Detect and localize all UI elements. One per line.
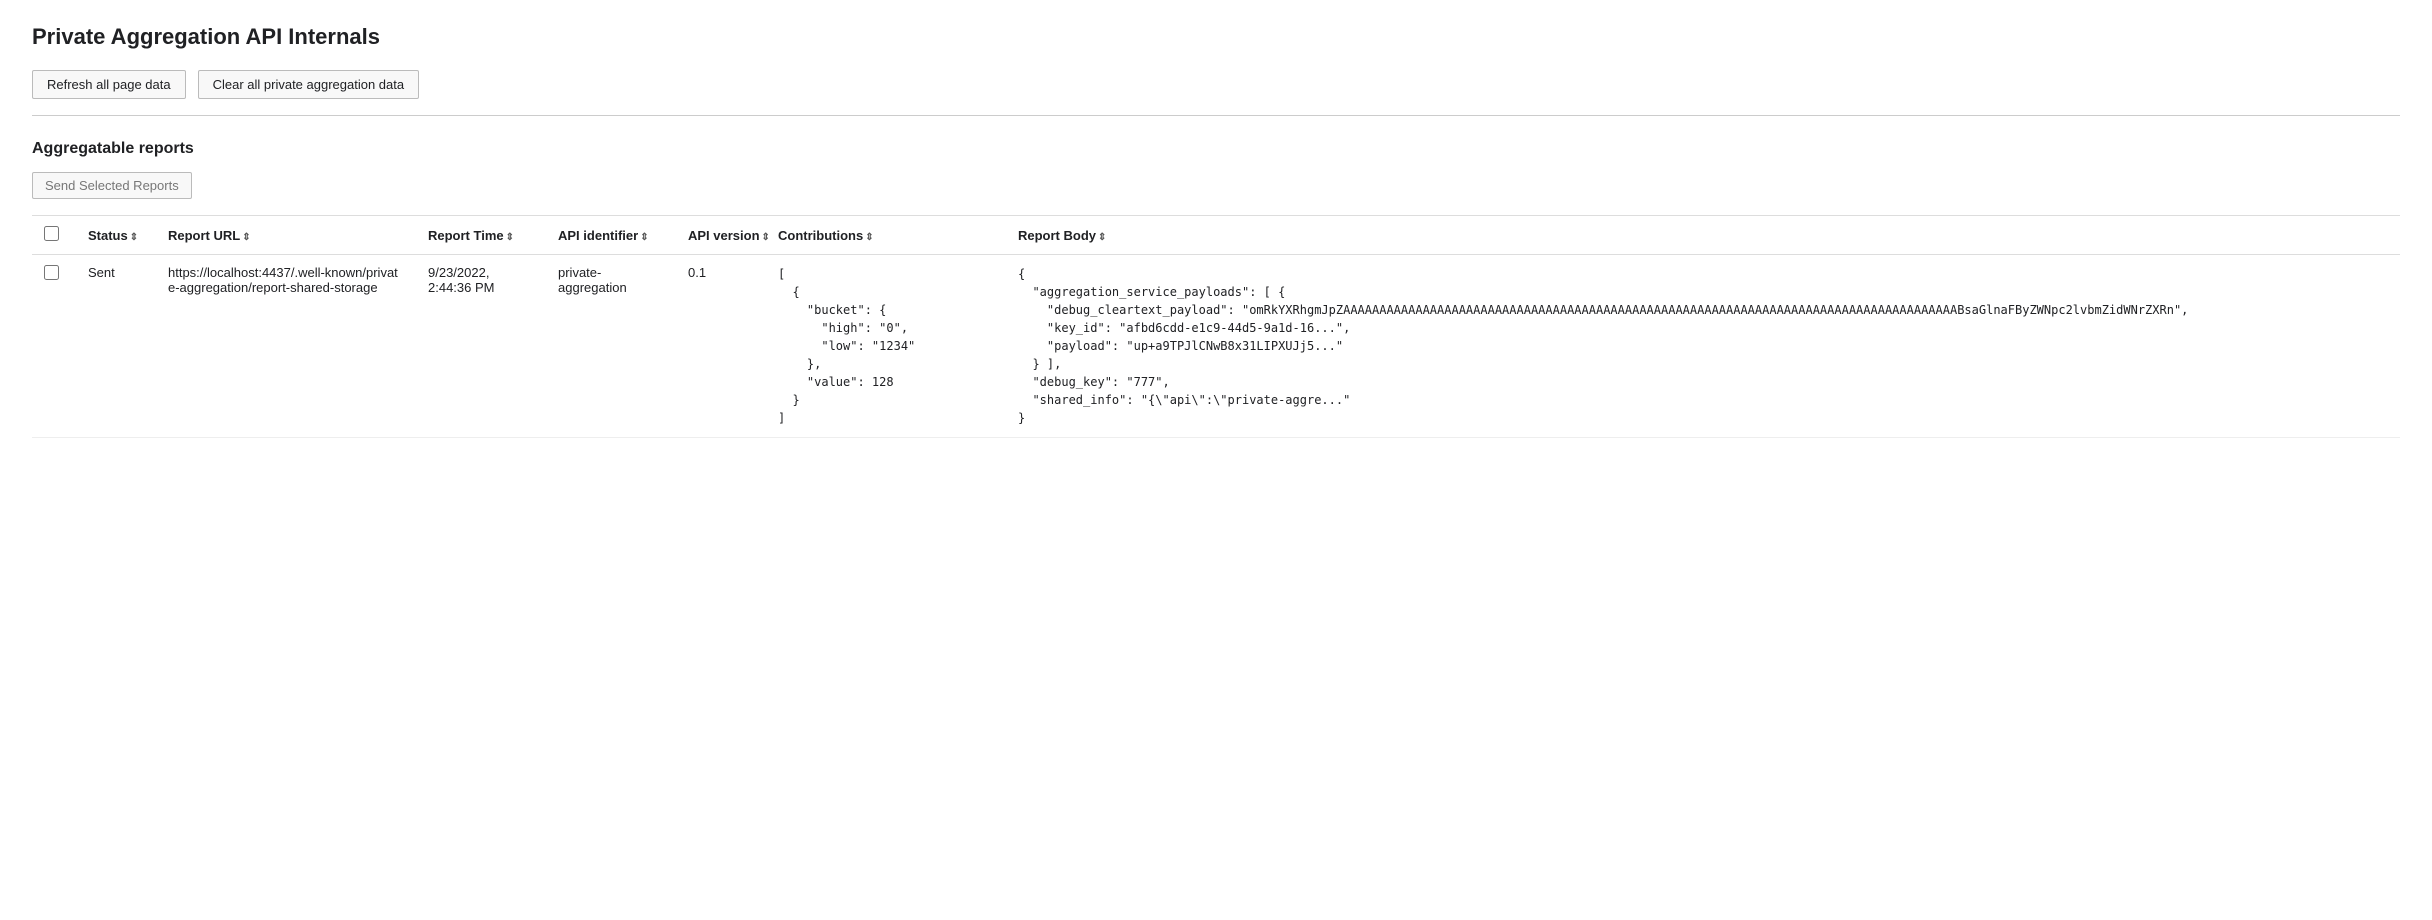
section-title: Aggregatable reports (32, 140, 2400, 158)
reports-table: Status⇕ Report URL⇕ Report Time⇕ API ide… (32, 215, 2400, 438)
clear-button[interactable]: Clear all private aggregation data (198, 70, 420, 99)
row-time: 9/23/2022, 2:44:36 PM (416, 255, 546, 438)
contributions-pre: [ { "bucket": { "high": "0", "low": "123… (778, 265, 994, 427)
th-api-ver: API version⇕ (676, 216, 766, 255)
select-all-checkbox[interactable] (44, 226, 59, 241)
row-checkbox-cell (32, 255, 76, 438)
top-toolbar: Refresh all page data Clear all private … (32, 70, 2400, 99)
send-selected-button[interactable]: Send Selected Reports (32, 172, 192, 199)
row-url: https://localhost:4437/.well-known/priva… (156, 255, 416, 438)
row-checkbox[interactable] (44, 265, 59, 280)
table-body: Senthttps://localhost:4437/.well-known/p… (32, 255, 2400, 438)
th-checkbox (32, 216, 76, 255)
th-report-body: Report Body⇕ (1006, 216, 2400, 255)
th-status: Status⇕ (76, 216, 156, 255)
reports-table-wrapper: Status⇕ Report URL⇕ Report Time⇕ API ide… (32, 215, 2400, 438)
page-title: Private Aggregation API Internals (32, 24, 2400, 50)
th-contributions: Contributions⇕ (766, 216, 1006, 255)
row-status: Sent (76, 255, 156, 438)
section-divider (32, 115, 2400, 116)
th-url: Report URL⇕ (156, 216, 416, 255)
row-report-body: { "aggregation_service_payloads": [ { "d… (1006, 255, 2400, 438)
table-header-row: Status⇕ Report URL⇕ Report Time⇕ API ide… (32, 216, 2400, 255)
table-row: Senthttps://localhost:4437/.well-known/p… (32, 255, 2400, 438)
th-time: Report Time⇕ (416, 216, 546, 255)
row-api-ver: 0.1 (676, 255, 766, 438)
report-body-pre: { "aggregation_service_payloads": [ { "d… (1018, 265, 2388, 427)
row-contributions: [ { "bucket": { "high": "0", "low": "123… (766, 255, 1006, 438)
th-api-id: API identifier⇕ (546, 216, 676, 255)
row-api-id: private-aggregation (546, 255, 676, 438)
refresh-button[interactable]: Refresh all page data (32, 70, 186, 99)
